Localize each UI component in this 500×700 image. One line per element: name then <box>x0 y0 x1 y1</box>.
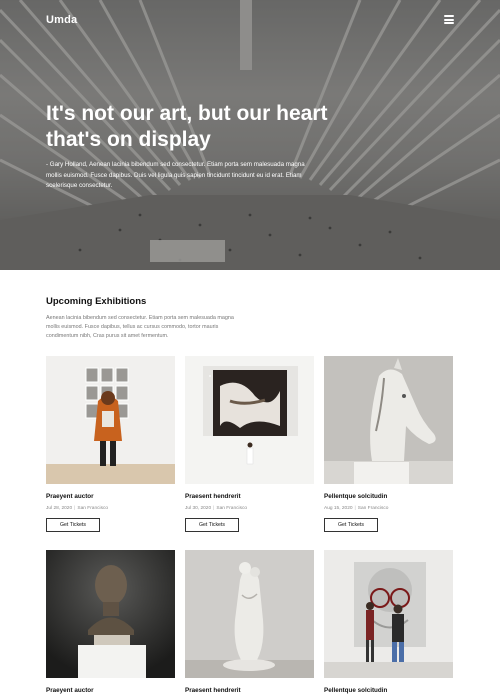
get-tickets-button[interactable]: Get Tickets <box>46 518 100 532</box>
exhibition-location: San Francisco <box>216 506 248 511</box>
section-description: Aenean lacinia bibendum sed consectetur.… <box>46 315 234 339</box>
exhibition-meta: Aug 15, 2020 | San Francisco <box>324 506 389 511</box>
hamburger-menu-icon[interactable] <box>444 15 454 24</box>
exhibition-image[interactable] <box>185 550 314 678</box>
exhibition-date: Jul 30, 2020 <box>185 506 212 511</box>
get-tickets-button[interactable]: Get Tickets <box>324 518 378 532</box>
exhibition-location: San Francisco <box>77 506 109 511</box>
brand-logo[interactable]: Umda <box>46 14 77 26</box>
exhibition-title[interactable]: Pellentque solcitudin <box>324 687 453 694</box>
exhibition-date: Jul 28, 2020 <box>46 506 73 511</box>
exhibition-card: Praesent hendrerit Jul 30, 2020 | San Fran… <box>185 356 314 532</box>
section-title: Upcoming Exhibitions <box>46 296 147 307</box>
exhibition-date: Aug 15, 2020 <box>324 506 353 511</box>
exhibition-image[interactable] <box>324 356 453 484</box>
exhibition-title[interactable]: Praeyent auctor <box>46 493 175 500</box>
exhibition-title[interactable]: Pellentque solcitudin <box>324 493 453 500</box>
exhibition-title[interactable]: Praesent hendrerit <box>185 493 314 500</box>
exhibition-image[interactable] <box>324 550 453 678</box>
exhibition-image[interactable] <box>185 356 314 484</box>
exhibition-card: Pellentque solcitudin <box>324 550 453 694</box>
exhibition-title[interactable]: Praesent hendrerit <box>185 687 314 694</box>
exhibition-location: San Francisco <box>357 506 389 511</box>
hero-title: It's not our art, but our heart that's o… <box>46 102 328 151</box>
exhibition-title[interactable]: Praeyent auctor <box>46 687 175 694</box>
exhibition-card: Praesent hendrerit <box>185 550 314 694</box>
exhibition-image[interactable] <box>46 550 175 678</box>
exhibition-meta: Jul 28, 2020 | San Francisco <box>46 506 109 511</box>
exhibition-card: Praeyent auctor Jul 28, 2020 | San Francis… <box>46 356 175 532</box>
exhibition-card: Pellentque solcitudin Aug 15, 2020 | San F… <box>324 356 453 532</box>
exhibition-image[interactable] <box>46 356 175 484</box>
exhibition-meta: Jul 30, 2020 | San Francisco <box>185 506 248 511</box>
hero-banner: Umda It's not our art, but our heart tha… <box>0 0 500 270</box>
exhibition-card: Praeyent auctor <box>46 550 175 694</box>
hero-quote: - Gary Holland, Aenean lacinia bibendum … <box>46 161 305 189</box>
get-tickets-button[interactable]: Get Tickets <box>185 518 239 532</box>
